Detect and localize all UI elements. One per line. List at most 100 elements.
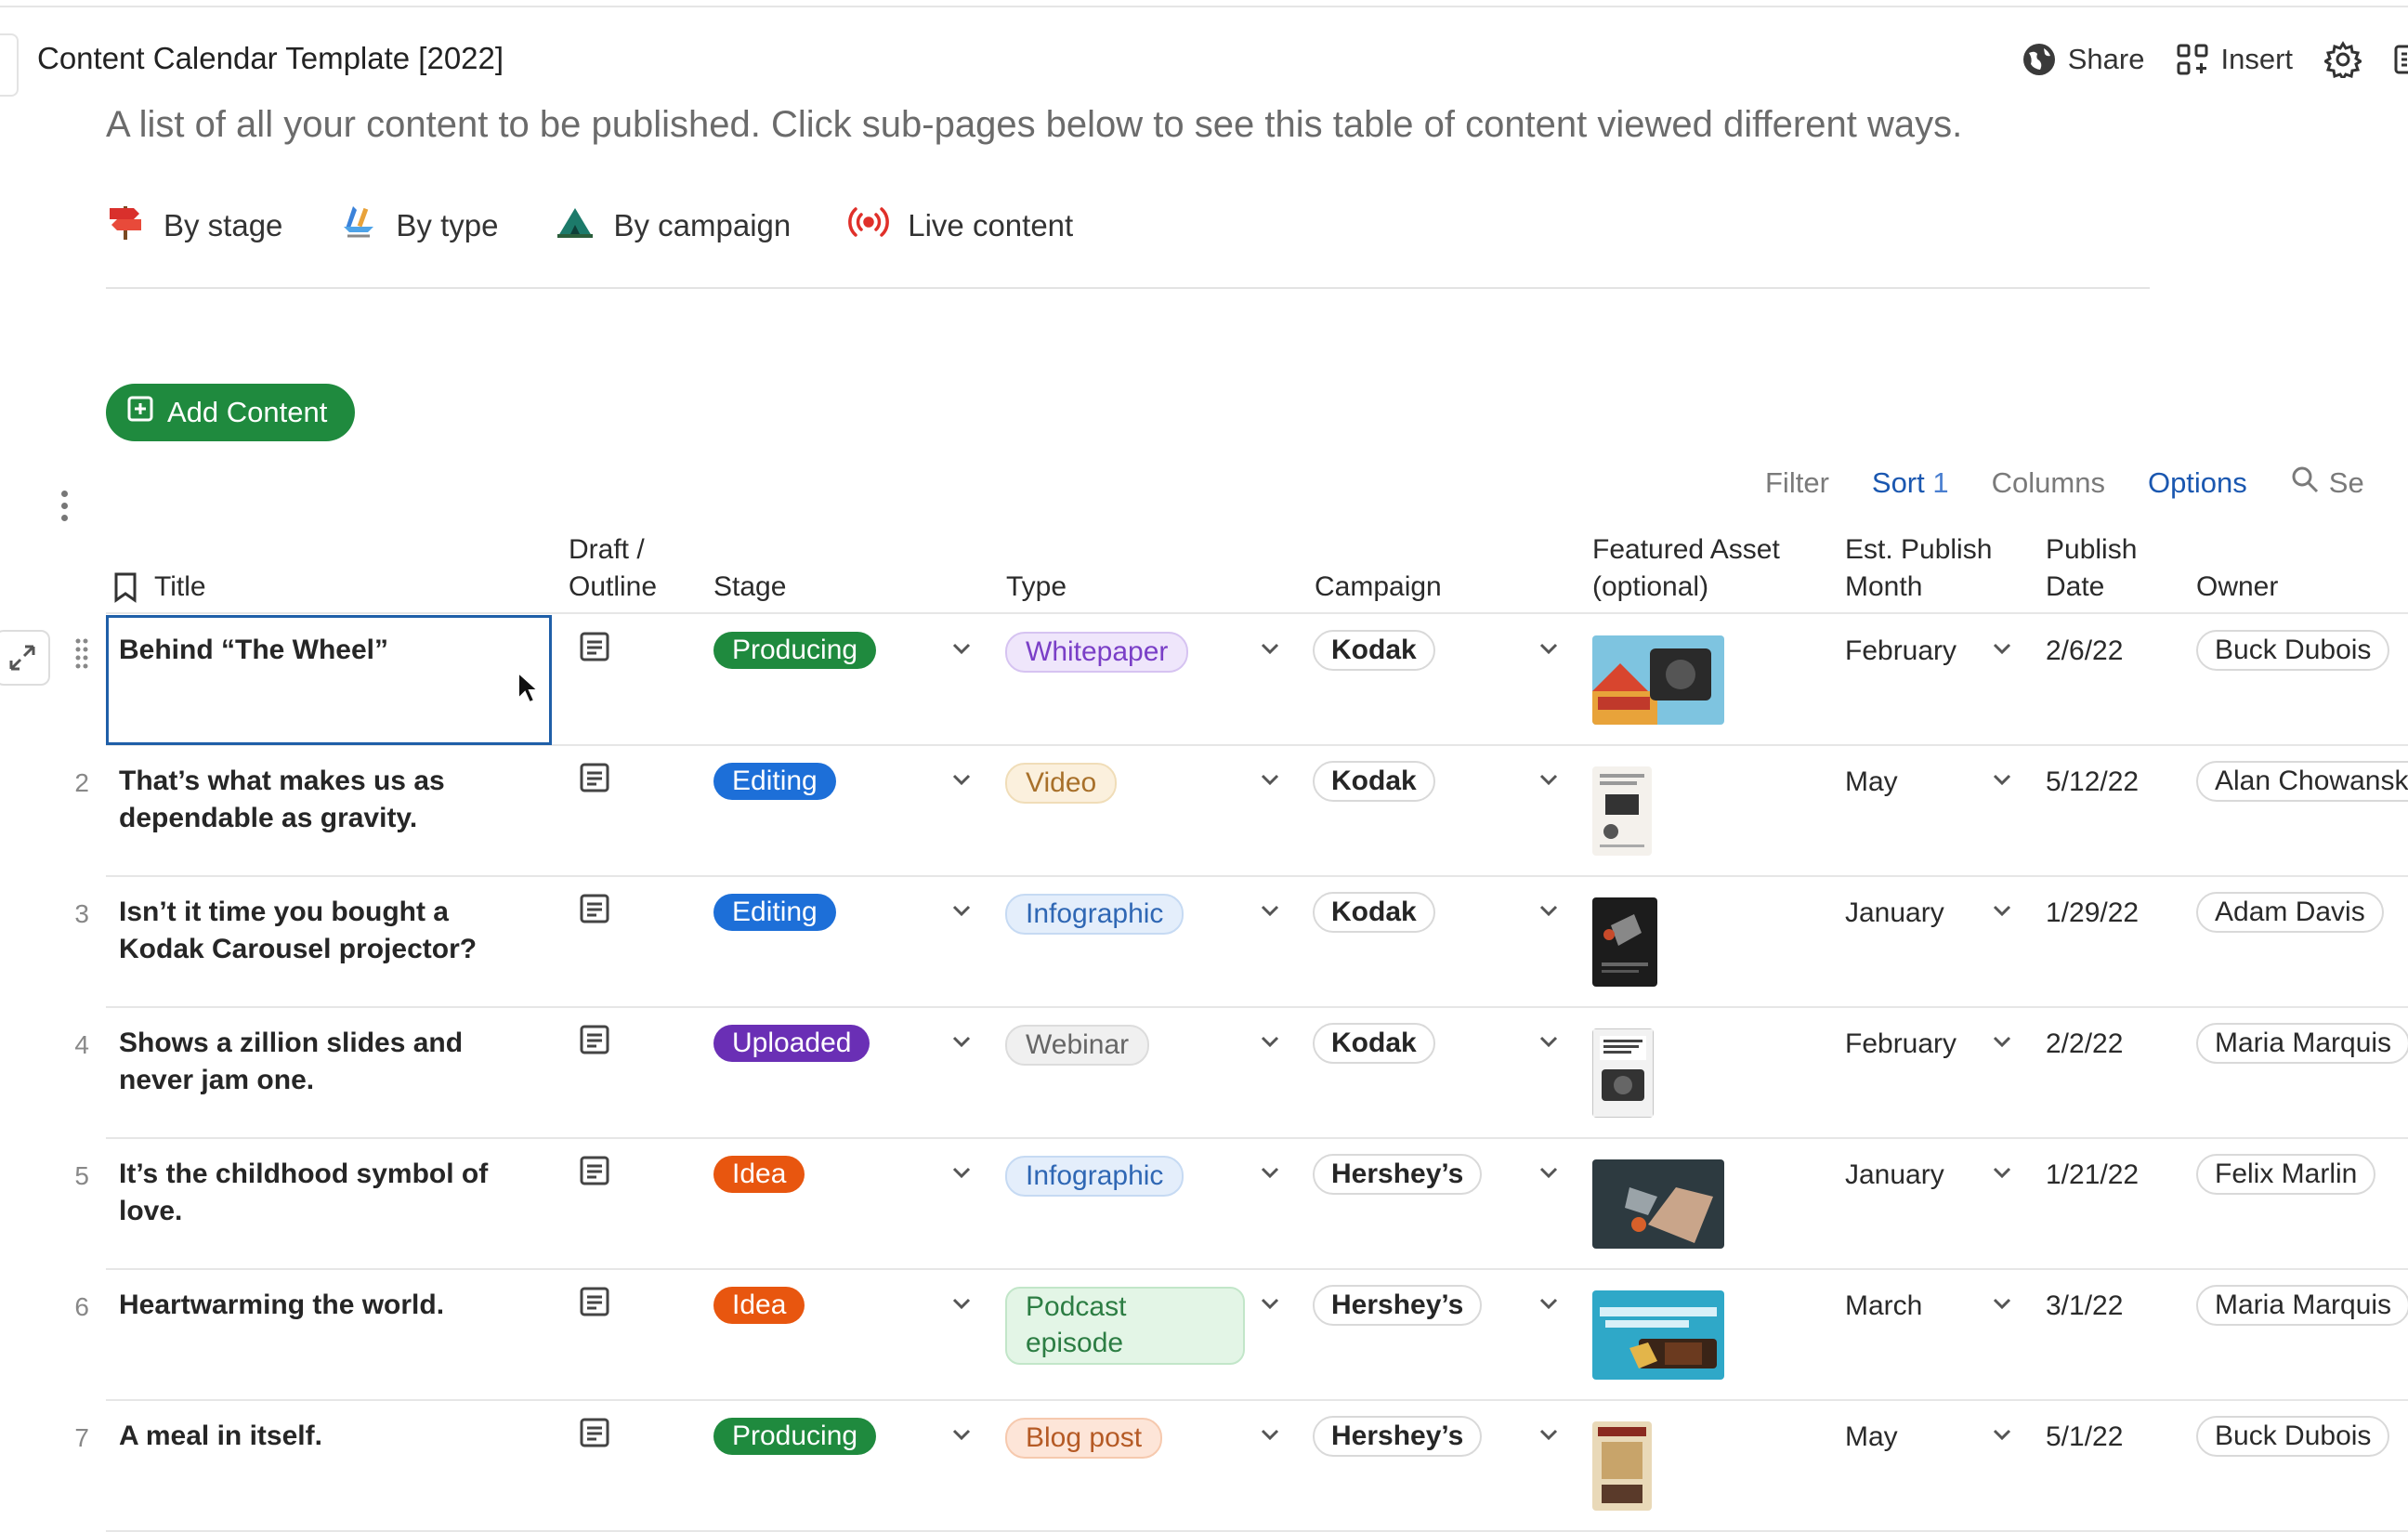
view-link-by-type[interactable]: By type <box>340 203 498 249</box>
column-header-draft[interactable]: Draft / Outline <box>569 531 657 606</box>
title-cell[interactable]: Heartwarming the world. <box>119 1287 528 1324</box>
stage-tag[interactable]: Producing <box>713 1418 877 1455</box>
campaign-tag[interactable]: Hershey’s <box>1313 1154 1483 1195</box>
title-cell[interactable]: A meal in itself. <box>119 1418 528 1455</box>
chevron-down-icon[interactable] <box>1260 1034 1280 1054</box>
chevron-down-icon[interactable] <box>1260 1165 1280 1185</box>
column-header-publish-date[interactable]: Publish Date <box>2046 531 2137 606</box>
title-cell[interactable]: That’s what makes us as dependable as gr… <box>119 763 528 837</box>
publish-date[interactable]: 5/1/22 <box>2046 1421 2123 1453</box>
featured-asset-thumbnail[interactable] <box>1592 766 1652 856</box>
type-tag[interactable]: Podcast episode <box>1005 1287 1245 1365</box>
chevron-down-icon[interactable] <box>1992 1165 2012 1185</box>
est-publish-month[interactable]: February <box>1845 635 1956 667</box>
add-content-button[interactable]: Add Content <box>106 384 356 441</box>
title-cell[interactable]: Shows a zillion slides and never jam one… <box>119 1025 528 1099</box>
type-tag[interactable]: Blog post <box>1005 1418 1163 1459</box>
publish-date[interactable]: 5/12/22 <box>2046 766 2139 798</box>
stage-tag[interactable]: Idea <box>713 1156 805 1193</box>
chevron-down-icon[interactable] <box>1260 903 1280 923</box>
chevron-down-icon[interactable] <box>951 1034 972 1054</box>
owner-tag[interactable]: Maria Marquis <box>2196 1285 2408 1326</box>
share-button[interactable]: Share <box>2022 42 2144 77</box>
chevron-down-icon[interactable] <box>1538 1165 1559 1185</box>
chevron-down-icon[interactable] <box>951 1427 972 1447</box>
columns-button[interactable]: Columns <box>1992 466 2105 500</box>
est-publish-month[interactable]: May <box>1845 1421 1898 1453</box>
owner-tag[interactable]: Buck Dubois <box>2196 1416 2390 1457</box>
type-tag[interactable]: Infographic <box>1005 1156 1184 1197</box>
column-header-type[interactable]: Type <box>1006 569 1067 606</box>
campaign-tag[interactable]: Kodak <box>1313 761 1435 802</box>
stage-tag[interactable]: Uploaded <box>713 1025 870 1062</box>
est-publish-month[interactable]: January <box>1845 1159 1944 1191</box>
stage-tag[interactable]: Producing <box>713 632 877 669</box>
campaign-tag[interactable]: Kodak <box>1313 1023 1435 1064</box>
campaign-tag[interactable]: Hershey’s <box>1313 1416 1483 1457</box>
document-icon[interactable] <box>576 1152 613 1194</box>
expand-row-button[interactable] <box>0 630 50 686</box>
chevron-down-icon[interactable] <box>951 641 972 661</box>
type-tag[interactable]: Video <box>1005 763 1118 804</box>
title-cell[interactable]: It’s the childhood symbol of love. <box>119 1156 528 1230</box>
owner-tag[interactable]: Maria Marquis <box>2196 1023 2408 1064</box>
chevron-down-icon[interactable] <box>951 903 972 923</box>
table-menu-icon[interactable] <box>61 491 69 527</box>
panel-toggle-button[interactable] <box>2393 43 2408 76</box>
chevron-down-icon[interactable] <box>1538 641 1559 661</box>
publish-date[interactable]: 1/21/22 <box>2046 1159 2139 1191</box>
campaign-tag[interactable]: Hershey’s <box>1313 1285 1483 1326</box>
est-publish-month[interactable]: March <box>1845 1290 1922 1322</box>
stage-tag[interactable]: Editing <box>713 763 836 800</box>
owner-tag[interactable]: Buck Dubois <box>2196 630 2390 671</box>
est-publish-month[interactable]: February <box>1845 1028 1956 1060</box>
chevron-down-icon[interactable] <box>1260 1296 1280 1316</box>
chevron-down-icon[interactable] <box>1992 903 2012 923</box>
chevron-down-icon[interactable] <box>1538 903 1559 923</box>
chevron-down-icon[interactable] <box>1260 1427 1280 1447</box>
chevron-down-icon[interactable] <box>1538 1427 1559 1447</box>
document-icon[interactable] <box>576 628 613 670</box>
chevron-down-icon[interactable] <box>1992 772 2012 792</box>
column-header-est-month[interactable]: Est. Publish Month <box>1845 531 1992 606</box>
campaign-tag[interactable]: Kodak <box>1313 630 1435 671</box>
featured-asset-thumbnail[interactable] <box>1592 1028 1654 1118</box>
stage-tag[interactable]: Editing <box>713 894 836 931</box>
chevron-down-icon[interactable] <box>1992 1034 2012 1054</box>
drag-handle-icon[interactable] <box>74 637 89 674</box>
chevron-down-icon[interactable] <box>951 1165 972 1185</box>
filter-button[interactable]: Filter <box>1765 466 1829 500</box>
sidebar-toggle-tab[interactable] <box>0 33 19 97</box>
est-publish-month[interactable]: May <box>1845 766 1898 798</box>
column-header-campaign[interactable]: Campaign <box>1315 569 1442 606</box>
settings-button[interactable] <box>2324 41 2362 78</box>
chevron-down-icon[interactable] <box>1260 641 1280 661</box>
type-tag[interactable]: Infographic <box>1005 894 1184 935</box>
chevron-down-icon[interactable] <box>1992 1296 2012 1316</box>
options-button[interactable]: Options <box>2148 466 2247 500</box>
title-cell[interactable]: Isn’t it time you bought a Kodak Carouse… <box>119 894 528 968</box>
featured-asset-thumbnail[interactable] <box>1592 1159 1724 1249</box>
document-icon[interactable] <box>576 1283 613 1325</box>
chevron-down-icon[interactable] <box>951 1296 972 1316</box>
document-icon[interactable] <box>576 1021 613 1063</box>
type-tag[interactable]: Webinar <box>1005 1025 1150 1066</box>
search-button[interactable]: Se <box>2290 465 2364 502</box>
chevron-down-icon[interactable] <box>1538 1296 1559 1316</box>
document-icon[interactable] <box>576 890 613 932</box>
featured-asset-thumbnail[interactable] <box>1592 1421 1652 1511</box>
type-tag[interactable]: Whitepaper <box>1005 632 1189 673</box>
chevron-down-icon[interactable] <box>1992 641 2012 661</box>
publish-date[interactable]: 1/29/22 <box>2046 897 2139 929</box>
stage-tag[interactable]: Idea <box>713 1287 805 1324</box>
featured-asset-thumbnail[interactable] <box>1592 897 1657 987</box>
est-publish-month[interactable]: January <box>1845 897 1944 929</box>
chevron-down-icon[interactable] <box>1992 1427 2012 1447</box>
owner-tag[interactable]: Felix Marlin <box>2196 1154 2376 1195</box>
document-icon[interactable] <box>576 1414 613 1456</box>
document-icon[interactable] <box>576 759 613 801</box>
view-link-by-campaign[interactable]: By campaign <box>556 203 791 249</box>
column-header-title[interactable]: Title <box>113 569 206 606</box>
chevron-down-icon[interactable] <box>1538 1034 1559 1054</box>
view-link-by-stage[interactable]: By stage <box>106 203 282 249</box>
